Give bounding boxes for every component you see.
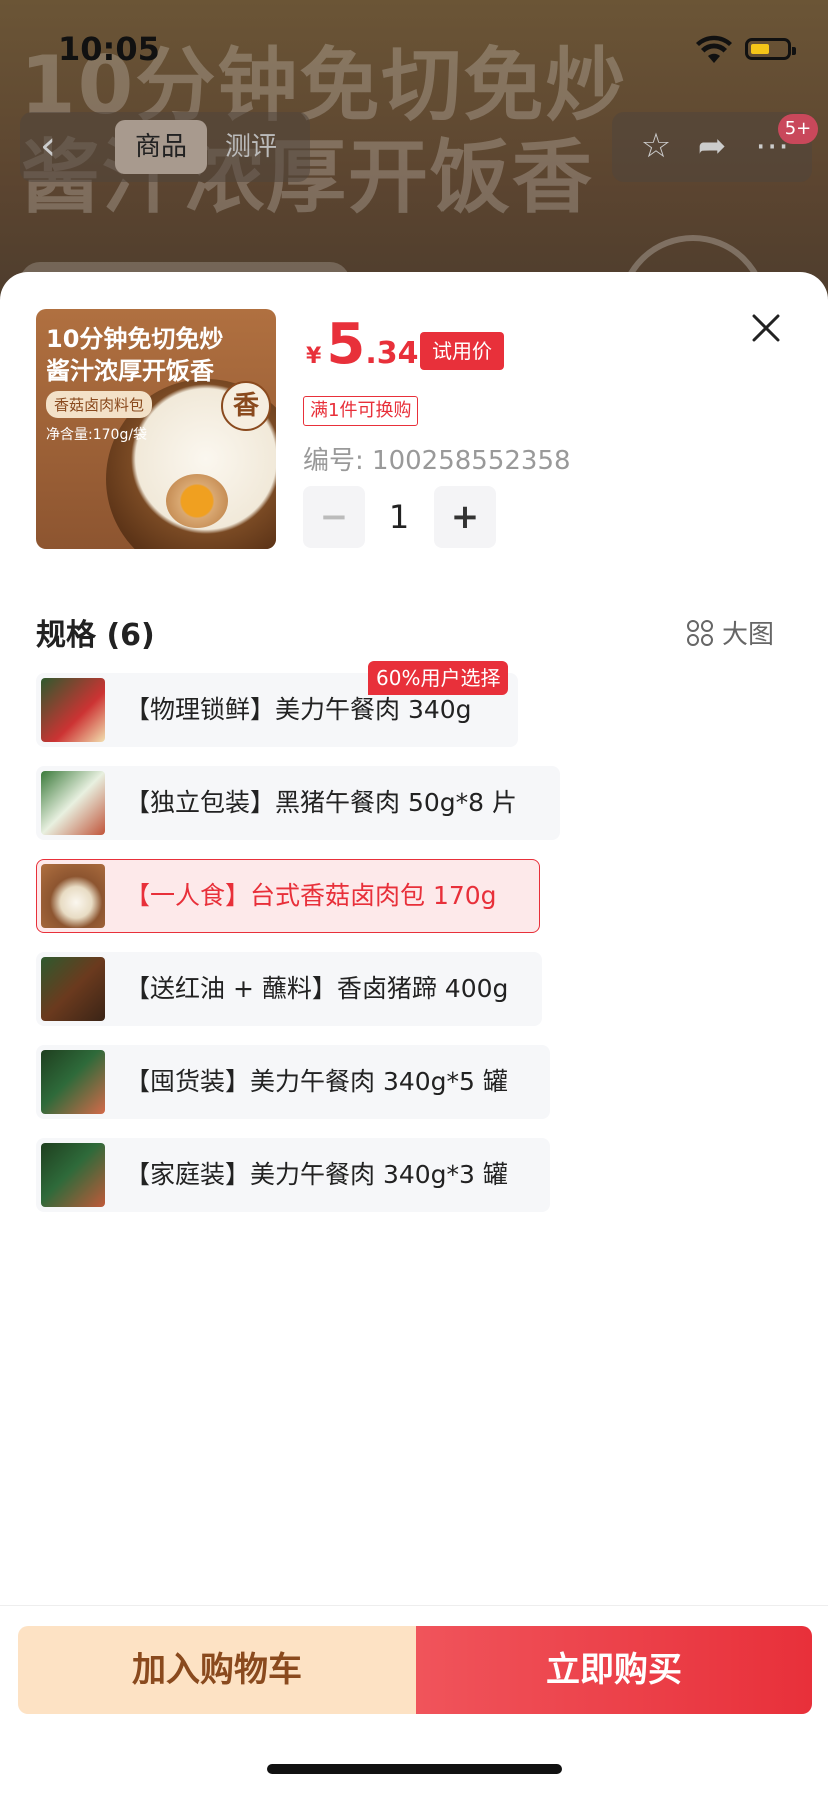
quantity-decrease-button[interactable]: − [303,486,365,548]
product-image-tag: 香菇卤肉料包 [46,391,153,418]
product-image-seal: 香 [221,381,271,431]
spec-option-3[interactable]: 【一人食】台式香菇卤肉包 170g [36,859,540,933]
spec-option-4[interactable]: 【送红油 + 蘸料】香卤猪蹄 400g [36,952,542,1026]
spec-option-label: 【独立包装】黑猪午餐肉 50g*8 片 [125,788,517,817]
back-icon[interactable]: ‹ [40,126,56,166]
price-decimal: .34 [365,336,419,371]
wifi-icon [696,35,732,63]
share-icon[interactable]: ➦ [692,126,732,166]
product-image-title-2: 酱汁浓厚开饭香 [46,357,214,385]
sku-number: 编号: 100258552358 [303,446,571,476]
promo-tag: 满1件可换购 [303,396,419,426]
egg-illustration [166,474,228,528]
product-image-title-1: 10分钟免切免炒 [46,325,224,353]
quantity-value[interactable]: 1 [368,486,430,548]
spec-option-label: 【家庭装】美力午餐肉 340g*3 罐 [125,1160,508,1189]
spec-thumb [41,771,105,835]
top-nav: ‹ 商品 测评 [20,112,310,182]
trial-price-badge: 试用价 [420,332,504,370]
home-indicator[interactable] [267,1764,562,1774]
price-symbol: ¥ [306,344,322,369]
product-image-net: 净含量:170g/袋 [46,427,148,443]
notification-badge: 5+ [778,114,818,144]
price: ¥ 5.34 [306,312,419,377]
grid-icon [687,620,713,646]
spec-option-label: 【一人食】台式香菇卤肉包 170g [125,881,497,910]
spec-thumb [41,1050,105,1114]
big-image-toggle[interactable]: 大图 [686,614,774,651]
tab-review[interactable]: 测评 [225,120,277,174]
battery-icon [745,38,796,60]
product-image[interactable]: 10分钟免切免炒 酱汁浓厚开饭香 香菇卤肉料包 净含量:170g/袋 香 [36,309,276,549]
status-time: 10:05 [58,30,160,68]
status-bar: 10:05 [0,0,828,100]
big-image-label: 大图 [722,620,775,650]
spec-thumb [41,957,105,1021]
spec-option-6[interactable]: 【家庭装】美力午餐肉 340g*3 罐 [36,1138,550,1212]
spec-option-2[interactable]: 【独立包装】黑猪午餐肉 50g*8 片 [36,766,560,840]
close-icon[interactable] [746,308,786,348]
tab-product[interactable]: 商品 [115,120,207,174]
spec-option-5[interactable]: 【囤货装】美力午餐肉 340g*5 罐 [36,1045,550,1119]
spec-thumb [41,678,105,742]
add-to-cart-button[interactable]: 加入购物车 [18,1626,416,1714]
price-integer: 5 [326,312,366,377]
popular-choice-badge: 60%用户选择 [368,661,509,695]
buy-now-button[interactable]: 立即购买 [416,1626,812,1714]
quantity-increase-button[interactable]: + [434,486,496,548]
spec-sheet: 10分钟免切免炒 酱汁浓厚开饭香 香菇卤肉料包 净含量:170g/袋 香 ¥ 5… [0,272,828,1793]
star-icon[interactable]: ☆ [636,126,676,166]
spec-option-label: 【送红油 + 蘸料】香卤猪蹄 400g [125,974,509,1003]
spec-thumb [41,1143,105,1207]
bottom-action-bar: 加入购物车 立即购买 [0,1605,828,1714]
spec-title: 规格 (6) [36,618,155,653]
spec-option-label: 【囤货装】美力午餐肉 340g*5 罐 [125,1067,508,1096]
spec-thumb [41,864,105,928]
